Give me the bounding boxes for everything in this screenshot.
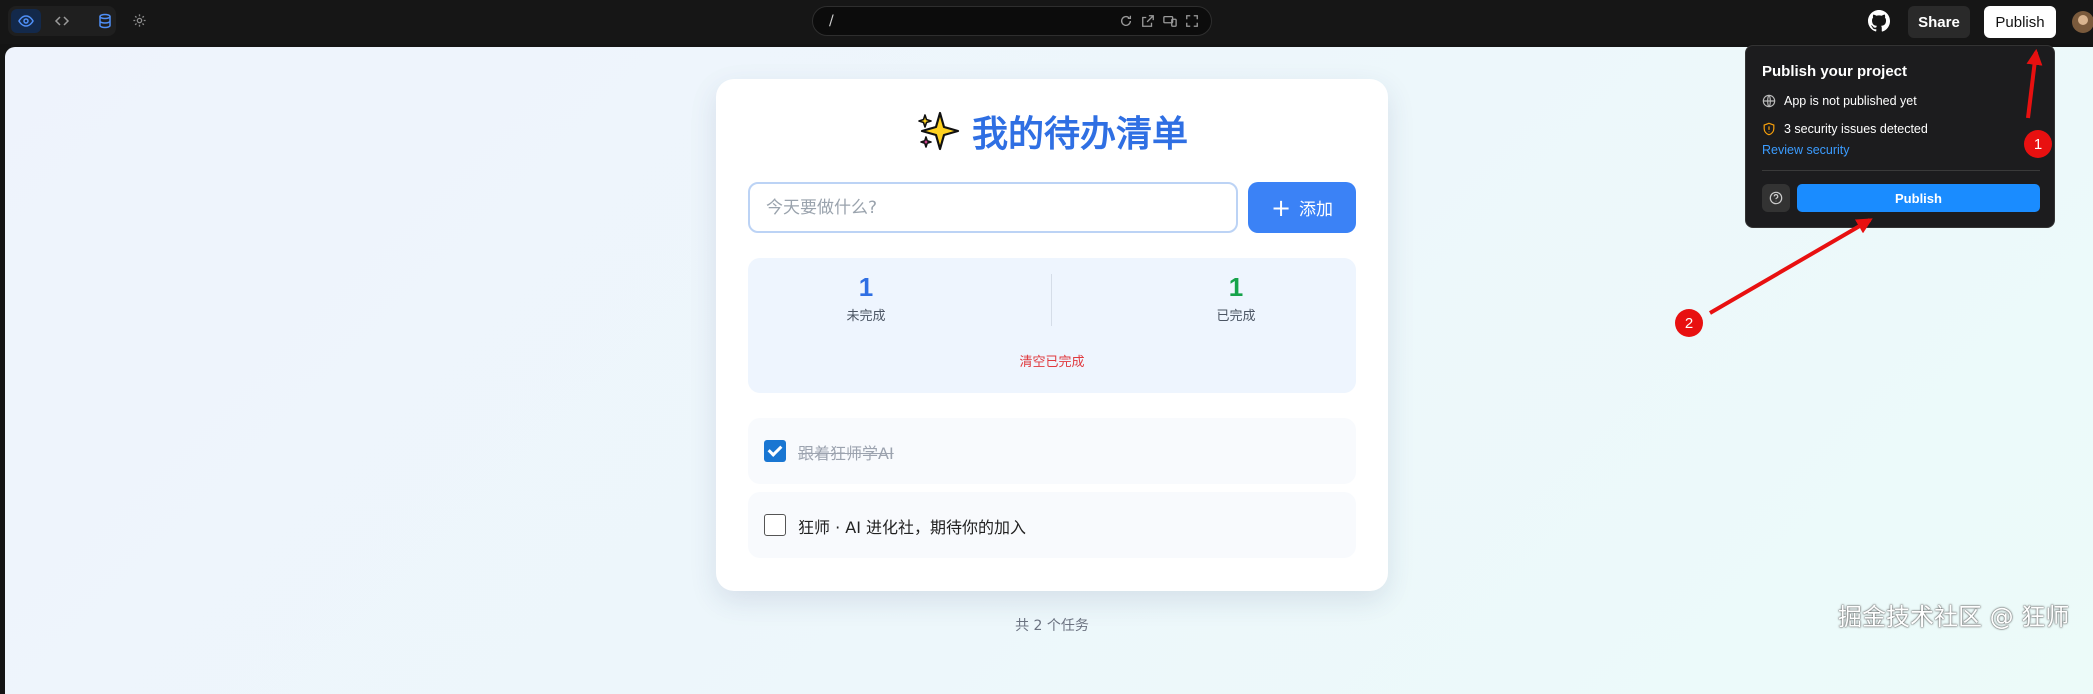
watermark: 掘金技术社区 @ 狂师 [1838,603,2070,631]
page-title: 我的待办清单 [716,105,1388,157]
popover-divider [1762,170,2040,171]
preview-icon [18,15,34,27]
todo-text: 狂师 · AI 进化社，期待你的加入 [798,518,1027,537]
top-bar: / Share Publish [0,0,2093,44]
shield-warning-icon [1763,122,1775,136]
todo-checkbox[interactable] [764,514,786,536]
preview-button[interactable] [11,9,41,33]
clear-completed-button[interactable]: 清空已完成 [748,351,1356,370]
code-button[interactable] [47,9,77,33]
url-path: / [829,13,834,29]
stats-panel: 1 未完成 1 已完成 清空已完成 [748,258,1356,393]
github-button[interactable] [1868,10,1892,34]
url-actions [1119,14,1199,28]
add-button[interactable]: + 添加 [1248,182,1356,233]
app-title: 我的待办清单 [971,114,1188,155]
plus-icon: + [1270,193,1292,222]
done-count: 1 [1228,272,1244,302]
publish-popover: Publish your project App is not publishe… [1745,45,2055,228]
todo-item[interactable]: 狂师 · AI 进化社，期待你的加入 [748,492,1356,558]
settings-button[interactable] [128,9,150,31]
database-button[interactable] [90,9,120,33]
gear-icon [132,13,146,27]
github-icon [1868,10,1891,32]
code-icon [54,16,70,26]
help-button[interactable] [1762,184,1790,212]
pending-count: 1 [858,272,874,302]
pending-stat: 1 未完成 [766,272,966,324]
pending-label: 未完成 [846,309,886,324]
task-input[interactable] [748,182,1238,233]
database-icon [99,13,111,29]
todo-item[interactable]: 跟着狂师学AI [748,418,1356,484]
sparkles-icon [918,111,960,151]
task-count: 共 2 个任务 [1015,618,1089,634]
avatar[interactable] [2072,11,2093,33]
publish-status-text: App is not published yet [1784,94,1917,108]
fullscreen-icon[interactable] [1185,14,1199,28]
publish-status: App is not published yet [1762,94,1917,108]
publish-button[interactable]: Publish [1984,6,2056,38]
devices-icon[interactable] [1163,14,1177,28]
todo-text: 跟着狂师学AI [798,444,894,463]
step-badge-2: 2 [1675,309,1703,337]
todo-card: 我的待办清单 + 添加 1 未完成 1 已完成 清空已完成 跟着狂师学AI 狂师 [716,79,1388,591]
help-icon [1769,191,1783,205]
globe-icon [1762,94,1776,108]
stats-divider [1051,274,1052,326]
refresh-icon[interactable] [1119,14,1133,28]
done-label: 已完成 [1216,309,1256,324]
todo-checkbox[interactable] [764,440,786,462]
url-bar[interactable]: / [812,6,1212,36]
popover-publish-button[interactable]: Publish [1797,184,2040,212]
popover-title: Publish your project [1762,63,1908,80]
review-security-link[interactable]: Review security [1762,143,1850,157]
security-status-text: 3 security issues detected [1784,122,1928,136]
add-button-label: 添加 [1299,200,1334,220]
share-button[interactable]: Share [1908,6,1970,38]
step-badge-1: 1 [2024,130,2052,158]
done-stat: 1 已完成 [1136,272,1336,324]
security-status: 3 security issues detected [1762,122,1928,136]
open-external-icon[interactable] [1141,14,1155,28]
view-mode-toggle [8,6,116,36]
